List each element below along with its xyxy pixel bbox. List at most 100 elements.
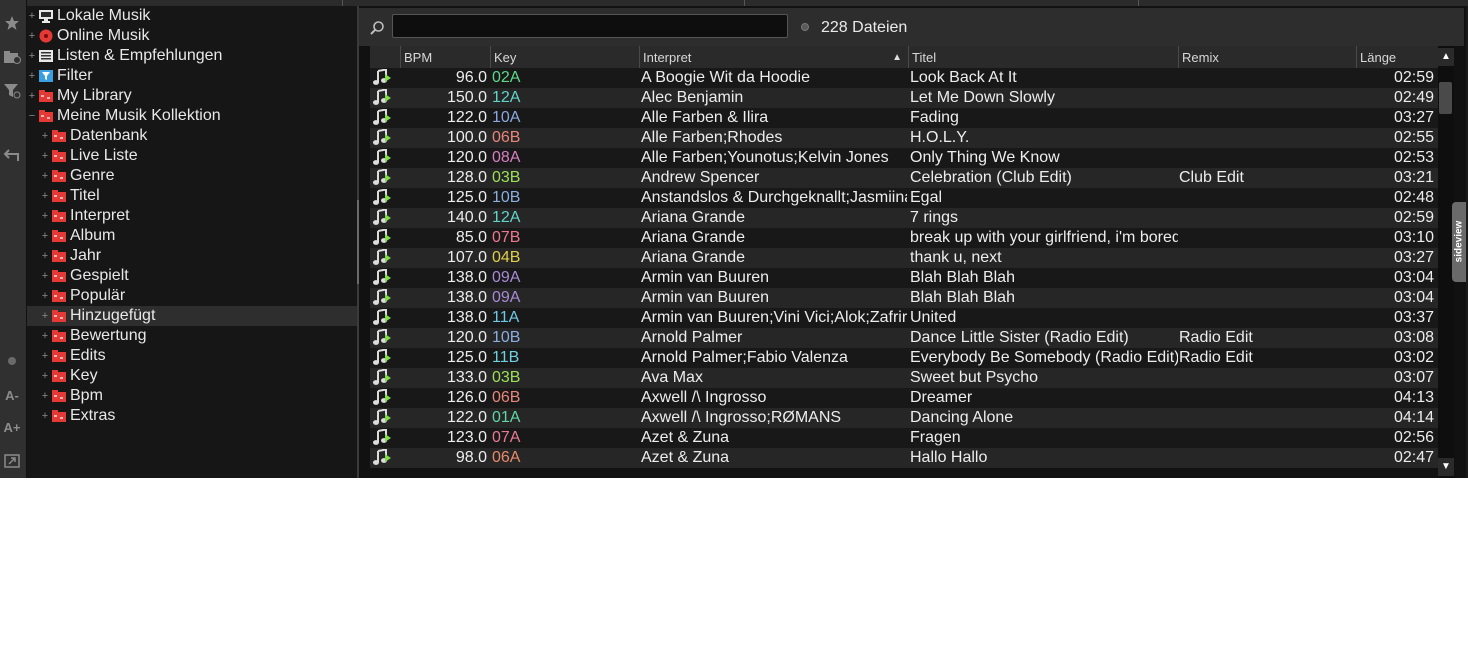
table-row[interactable]: 138.0 09A Armin van Buuren Blah Blah Blah 03… — [370, 268, 1438, 288]
cell-interpret: Azet & Zuna — [641, 449, 730, 466]
folder-icon — [51, 229, 67, 243]
cell-remix — [1179, 388, 1355, 408]
window-icon[interactable] — [0, 448, 24, 474]
table-row[interactable]: 96.0 02A A Boogie Wit da Hoodie Look Back A… — [370, 68, 1438, 88]
expand-icon[interactable]: + — [41, 366, 49, 386]
cell-key: 06B — [492, 389, 521, 406]
expand-icon[interactable]: + — [41, 346, 49, 366]
add-filter-icon[interactable] — [0, 78, 24, 104]
expand-icon[interactable]: + — [41, 386, 49, 406]
tree-item-bpm[interactable]: + Bpm — [27, 386, 357, 406]
tree-item-filter[interactable]: + Filter — [27, 66, 357, 86]
tree-item-live-liste[interactable]: + Live Liste — [27, 146, 357, 166]
table-row[interactable]: 107.0 04B Ariana Grande thank u, next 03:27 — [370, 248, 1438, 268]
tree-item-meine-musik-kollektion[interactable]: − Meine Musik Kollektion — [27, 106, 357, 126]
table-row[interactable]: 140.0 12A Ariana Grande 7 rings 02:59 — [370, 208, 1438, 228]
tree-item-album[interactable]: + Album — [27, 226, 357, 246]
table-row[interactable]: 120.0 10B Arnold Palmer Dance Little Sister… — [370, 328, 1438, 348]
music-file-icon — [370, 448, 400, 468]
scroll-thumb[interactable] — [1439, 82, 1452, 114]
expand-icon[interactable]: + — [41, 286, 49, 306]
sideview-tab-label: sideview — [1453, 220, 1465, 263]
tree-item-lokale-musik[interactable]: + Lokale Musik — [27, 6, 357, 26]
expand-icon[interactable]: + — [41, 146, 49, 166]
table-row[interactable]: 128.0 03B Andrew Spencer Celebration (Club … — [370, 168, 1438, 188]
expand-icon[interactable]: + — [41, 186, 49, 206]
scroll-up-icon[interactable]: ▲ — [1438, 48, 1454, 66]
star-icon[interactable] — [0, 10, 24, 36]
column-header-bpm[interactable]: BPM — [400, 46, 490, 68]
tree-item-key[interactable]: + Key — [27, 366, 357, 386]
music-file-icon — [370, 208, 400, 228]
tree-item-jahr[interactable]: + Jahr — [27, 246, 357, 266]
collapse-icon[interactable]: − — [28, 106, 36, 126]
font-larger-icon[interactable]: A+ — [0, 414, 24, 440]
column-header-laenge[interactable]: Länge — [1356, 46, 1438, 68]
tree-item-hinzugefugt[interactable]: + Hinzugefügt — [27, 306, 357, 326]
tree-item-interpret[interactable]: + Interpret — [27, 206, 357, 226]
tree-item-label: Album — [70, 227, 116, 244]
expand-icon[interactable]: + — [41, 326, 49, 346]
column-header-key[interactable]: Key — [490, 46, 639, 68]
tree-item-extras[interactable]: + Extras — [27, 406, 357, 426]
table-row[interactable]: 133.0 03B Ava Max Sweet but Psycho 03:07 — [370, 368, 1438, 388]
expand-icon[interactable]: + — [28, 66, 36, 86]
expand-icon[interactable]: + — [28, 6, 36, 26]
table-row[interactable]: 122.0 01A Axwell /\ Ingrosso;RØMANS Dancing… — [370, 408, 1438, 428]
expand-icon[interactable]: + — [41, 206, 49, 226]
add-folder-icon[interactable] — [0, 44, 24, 70]
sideview-tab[interactable]: sideview — [1452, 202, 1466, 282]
cell-interpret: Andrew Spencer — [641, 169, 760, 186]
cell-remix — [1179, 268, 1355, 288]
music-file-icon — [370, 268, 400, 288]
expand-icon[interactable]: + — [41, 406, 49, 426]
expand-icon[interactable]: + — [41, 306, 49, 326]
table-row[interactable]: 138.0 09A Armin van Buuren Blah Blah Blah 03… — [370, 288, 1438, 308]
tree-item-genre[interactable]: + Genre — [27, 166, 357, 186]
table-row[interactable]: 98.0 06A Azet & Zuna Hallo Hallo 02:47 — [370, 448, 1438, 468]
table-row[interactable]: 126.0 06B Axwell /\ Ingrosso Dreamer 04:13 — [370, 388, 1438, 408]
font-smaller-icon[interactable]: A- — [0, 382, 24, 408]
expand-icon[interactable]: + — [28, 86, 36, 106]
table-row[interactable]: 122.0 10A Alle Farben & Ilira Fading 03:27 — [370, 108, 1438, 128]
table-row[interactable]: 125.0 11B Arnold Palmer;Fabio Valenza Every… — [370, 348, 1438, 368]
table-row[interactable]: 150.0 12A Alec Benjamin Let Me Down Slowly 0… — [370, 88, 1438, 108]
tree-item-my-library[interactable]: + My Library — [27, 86, 357, 106]
tree-item-popular[interactable]: + Populär — [27, 286, 357, 306]
expand-icon[interactable]: + — [41, 246, 49, 266]
cell-key: 11A — [492, 309, 520, 326]
tree-item-gespielt[interactable]: + Gespielt — [27, 266, 357, 286]
cell-laenge: 03:37 — [1393, 309, 1434, 326]
table-row[interactable]: 138.0 11A Armin van Buuren;Vini Vici;Alok;… — [370, 308, 1438, 328]
browser-folder-tree: + Lokale Musik + Online Musik + Listen & Empf… — [27, 6, 357, 478]
tree-item-edits[interactable]: + Edits — [27, 346, 357, 366]
expand-icon[interactable]: + — [41, 226, 49, 246]
cell-laenge: 02:59 — [1393, 69, 1434, 86]
table-row[interactable]: 100.0 06B Alle Farben;Rhodes H.O.L.Y. 02:55 — [370, 128, 1438, 148]
table-row[interactable]: 125.0 10B Anstandslos & Durchgeknallt;Jasm… — [370, 188, 1438, 208]
table-row[interactable]: 85.0 07B Ariana Grande break up with your g… — [370, 228, 1438, 248]
cell-remix — [1179, 128, 1355, 148]
tree-item-bewertung[interactable]: + Bewertung — [27, 326, 357, 346]
expand-icon[interactable]: + — [41, 126, 49, 146]
dot-icon[interactable] — [0, 348, 24, 374]
search-icon[interactable] — [369, 20, 385, 36]
cell-key: 01A — [492, 409, 521, 426]
table-row[interactable]: 120.0 08A Alle Farben;Younotus;Kelvin Jone… — [370, 148, 1438, 168]
scroll-down-icon[interactable]: ▼ — [1438, 458, 1454, 476]
expand-icon[interactable]: + — [41, 266, 49, 286]
tree-item-listen-and-empfehlungen[interactable]: + Listen & Empfehlungen — [27, 46, 357, 66]
table-row[interactable]: 123.0 07A Azet & Zuna Fragen 02:56 — [370, 428, 1438, 448]
tree-item-datenbank[interactable]: + Datenbank — [27, 126, 357, 146]
expand-icon[interactable]: + — [28, 26, 36, 46]
back-icon[interactable] — [0, 142, 24, 168]
expand-icon[interactable]: + — [41, 166, 49, 186]
column-header-remix[interactable]: Remix — [1178, 46, 1356, 68]
cell-titel: Dreamer — [910, 389, 973, 406]
column-header-titel[interactable]: Titel — [908, 46, 1178, 68]
search-input[interactable] — [392, 14, 788, 38]
tree-item-titel[interactable]: + Titel — [27, 186, 357, 206]
column-header-interpret[interactable]: Interpret ▲ — [639, 46, 908, 68]
tree-item-online-musik[interactable]: + Online Musik — [27, 26, 357, 46]
expand-icon[interactable]: + — [28, 46, 36, 66]
